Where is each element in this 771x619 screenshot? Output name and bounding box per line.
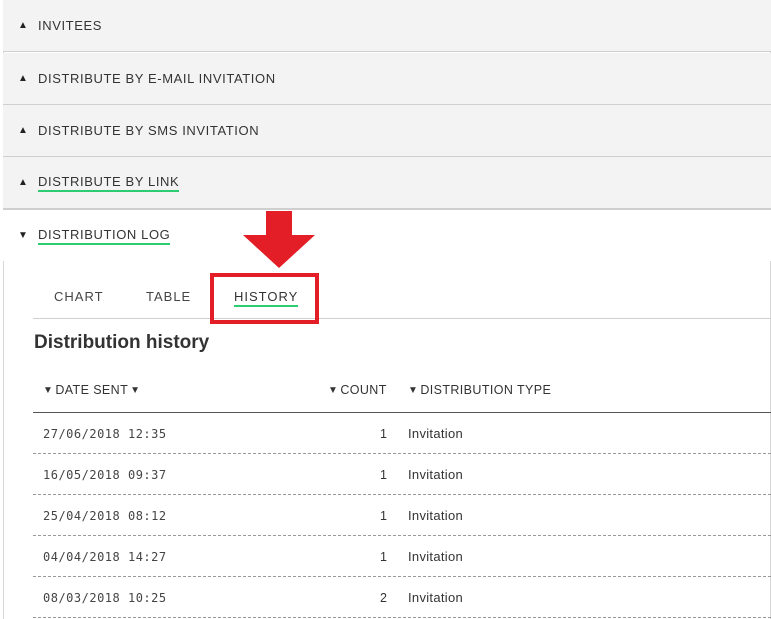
cell-distribution-type: Invitation <box>408 426 464 441</box>
section-title: DISTRIBUTE BY LINK <box>38 174 180 192</box>
section-title: DISTRIBUTE BY E-MAIL INVITATION <box>38 71 276 86</box>
table-header: ▼ DATE SENT ▼ ▼ COUNT ▼ DISTRIBUTION TYP… <box>33 370 771 413</box>
table-row: 27/06/2018 12:35 1 Invitation <box>33 413 771 454</box>
table-row: 25/04/2018 08:12 1 Invitation <box>33 495 771 536</box>
column-header-date-sent[interactable]: ▼ DATE SENT ▼ <box>43 383 142 397</box>
section-distribution-log[interactable]: ▼ DISTRIBUTION LOG <box>3 209 771 261</box>
column-label: COUNT <box>340 383 387 397</box>
annotation-highlight-box <box>210 273 319 324</box>
section-title: DISTRIBUTION LOG <box>38 227 171 245</box>
cell-count: 1 <box>380 468 387 482</box>
collapse-arrow-icon: ▲ <box>18 73 28 84</box>
cell-date-sent: 25/04/2018 08:12 <box>43 509 167 523</box>
tab-chart[interactable]: CHART <box>54 289 104 304</box>
cell-count: 2 <box>380 591 387 605</box>
sort-descending-icon[interactable]: ▼ <box>130 385 140 396</box>
collapse-arrow-icon: ▲ <box>18 177 28 188</box>
column-label: DISTRIBUTION TYPE <box>420 383 552 397</box>
cell-distribution-type: Invitation <box>408 549 464 564</box>
cell-count: 1 <box>380 509 387 523</box>
cell-date-sent: 27/06/2018 12:35 <box>43 427 167 441</box>
table-row: 04/04/2018 14:27 1 Invitation <box>33 536 771 577</box>
filter-icon[interactable]: ▼ <box>43 385 53 396</box>
cell-count: 1 <box>380 427 387 441</box>
filter-icon[interactable]: ▼ <box>408 385 418 396</box>
column-header-distribution-type[interactable]: ▼ DISTRIBUTION TYPE <box>408 383 551 397</box>
column-label: DATE SENT <box>55 383 129 397</box>
cell-distribution-type: Invitation <box>408 467 464 482</box>
filter-icon[interactable]: ▼ <box>328 385 338 396</box>
collapse-arrow-icon: ▲ <box>18 125 28 136</box>
tab-table[interactable]: TABLE <box>146 289 191 304</box>
column-header-count[interactable]: ▼ COUNT <box>328 383 387 397</box>
section-title: INVITEES <box>38 18 103 33</box>
table-row: 16/05/2018 09:37 1 Invitation <box>33 454 771 495</box>
down-arrow-icon <box>243 211 315 268</box>
cell-distribution-type: Invitation <box>408 590 464 605</box>
cell-distribution-type: Invitation <box>408 508 464 523</box>
expand-arrow-icon: ▼ <box>18 230 28 241</box>
cell-date-sent: 08/03/2018 10:25 <box>43 591 167 605</box>
cell-count: 1 <box>380 550 387 564</box>
section-title: DISTRIBUTE BY SMS INVITATION <box>38 123 260 138</box>
cell-date-sent: 04/04/2018 14:27 <box>43 550 167 564</box>
section-invitees[interactable]: ▲ INVITEES <box>3 0 771 52</box>
table-row: 08/03/2018 10:25 2 Invitation <box>33 577 771 618</box>
page-title: Distribution history <box>34 332 210 353</box>
section-distribute-link[interactable]: ▲ DISTRIBUTE BY LINK <box>3 157 771 209</box>
section-distribute-sms[interactable]: ▲ DISTRIBUTE BY SMS INVITATION <box>3 105 771 157</box>
section-distribute-email[interactable]: ▲ DISTRIBUTE BY E-MAIL INVITATION <box>3 53 771 105</box>
collapse-arrow-icon: ▲ <box>18 20 28 31</box>
tab-bar: CHART TABLE HISTORY <box>33 277 771 319</box>
cell-date-sent: 16/05/2018 09:37 <box>43 468 167 482</box>
